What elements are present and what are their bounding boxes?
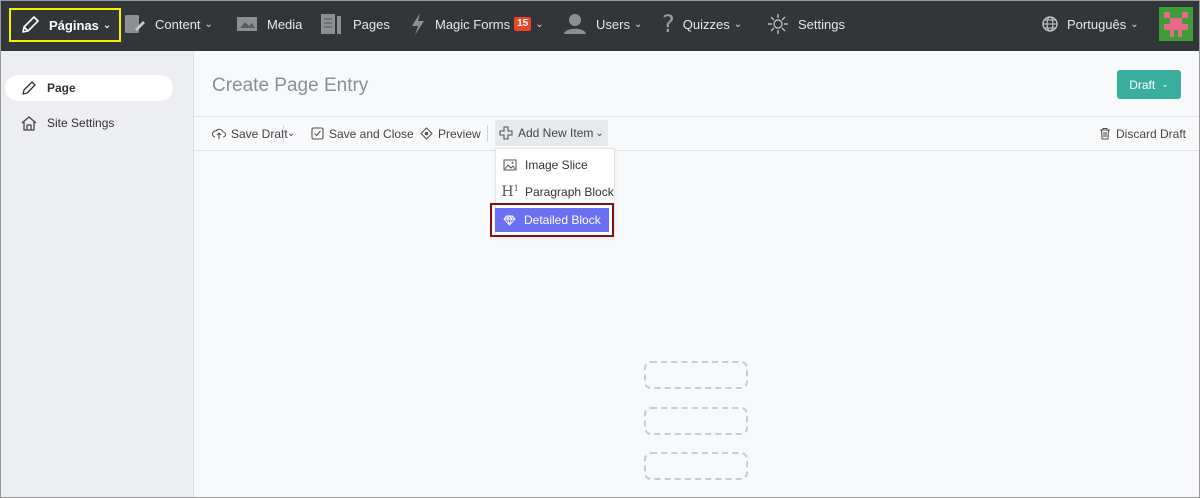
settings-label: Settings: [798, 16, 845, 32]
add-new-item-label: Add New Item: [518, 126, 594, 140]
plus-icon: [499, 126, 513, 140]
trash-icon: [1099, 127, 1111, 140]
media-icon: [235, 14, 259, 34]
avatar[interactable]: [1159, 7, 1193, 41]
save-draft-button[interactable]: Save Draft: [212, 117, 288, 150]
chevron-down-icon: ⌄: [1161, 79, 1169, 89]
editor-toolbar: Save Draft ⌄ Save and Close Preview Add …: [194, 116, 1199, 151]
divider: [283, 125, 284, 142]
status-dropdown-button[interactable]: Draft ⌄: [1117, 70, 1181, 99]
save-draft-label: Save Draft: [231, 126, 288, 141]
chevron-down-icon: ⌄: [595, 127, 604, 139]
empty-block-placeholder: [644, 407, 748, 435]
home-icon: [19, 115, 39, 131]
chevron-down-icon: ⌄: [733, 18, 743, 30]
user-icon: [562, 12, 588, 36]
status-label: Draft: [1129, 77, 1156, 92]
page-title: Create Page Entry: [212, 75, 369, 96]
sidebar-item-site-settings[interactable]: Site Settings: [5, 110, 173, 136]
magic-forms-label: Magic Forms: [435, 16, 511, 32]
save-check-icon: [311, 127, 324, 140]
pages-label: Pages: [353, 16, 390, 32]
discard-draft-button[interactable]: Discard Draft: [1099, 117, 1186, 150]
language-label: Português: [1067, 16, 1127, 32]
quizzes-label: Quizzes: [682, 16, 730, 32]
cloud-upload-icon: [212, 128, 226, 140]
save-and-close-button[interactable]: Save and Close: [311, 117, 414, 150]
pages-menu[interactable]: Pages: [319, 1, 390, 47]
menu-item-detailed-block[interactable]: Detailed Block: [495, 208, 609, 232]
gear-icon: [766, 12, 790, 36]
heading-icon: H1: [501, 184, 519, 200]
menu-item-label: Image Slice: [525, 158, 588, 172]
chevron-down-icon: ⌄: [633, 18, 643, 30]
magic-forms-menu[interactable]: Magic Forms 15 ⌄: [409, 1, 544, 47]
lightning-icon: [409, 12, 427, 36]
divider: [487, 125, 488, 142]
chevron-down-icon: ⌄: [287, 128, 296, 139]
notification-badge: 15: [514, 17, 532, 31]
question-icon: ?: [662, 10, 675, 38]
app-window: Páginas ⌄ Content ⌄ Media Pages Magic Fo…: [0, 0, 1200, 498]
language-selector[interactable]: Português ⌄: [1041, 1, 1139, 47]
diamond-icon: [501, 214, 517, 226]
save-draft-options-toggle[interactable]: ⌄: [287, 117, 295, 150]
sidebar-item-label: Site Settings: [47, 116, 115, 130]
content-menu[interactable]: Content ⌄: [123, 1, 213, 47]
content-label: Content: [155, 16, 201, 32]
users-menu[interactable]: Users ⌄: [562, 1, 642, 47]
discard-draft-label: Discard Draft: [1116, 126, 1187, 141]
main-content: Create Page Entry Draft ⌄ Save Draft ⌄ S…: [194, 51, 1199, 497]
chevron-down-icon: ⌄: [204, 18, 213, 30]
preview-label: Preview: [438, 126, 481, 141]
menu-item-label: Detailed Block: [524, 213, 601, 227]
save-and-close-label: Save and Close: [329, 126, 414, 141]
globe-icon: [1041, 15, 1059, 33]
menu-item-image-slice[interactable]: Image Slice: [496, 152, 614, 178]
pencil-icon: [19, 80, 39, 96]
preview-button[interactable]: Preview: [420, 117, 481, 150]
empty-block-placeholder: [644, 452, 748, 480]
media-label: Media: [267, 16, 303, 32]
empty-block-placeholder: [644, 361, 748, 389]
settings-menu[interactable]: Settings: [766, 1, 845, 47]
image-icon: [502, 159, 518, 171]
sidebar-item-label: Page: [47, 81, 76, 95]
pencil-icon: [19, 14, 41, 36]
sidebar-item-page[interactable]: Page: [5, 75, 173, 101]
content-icon: [123, 13, 147, 35]
chevron-down-icon: ⌄: [1130, 18, 1139, 30]
chevron-down-icon: ⌄: [102, 19, 112, 31]
paginas-label: Páginas: [49, 17, 99, 33]
top-navigation-bar: Páginas ⌄ Content ⌄ Media Pages Magic Fo…: [1, 1, 1199, 51]
add-new-item-button[interactable]: Add New Item ⌄: [495, 120, 608, 146]
media-menu[interactable]: Media: [235, 1, 302, 47]
quizzes-menu[interactable]: ? Quizzes ⌄: [662, 1, 742, 47]
sidebar: Page Site Settings: [1, 51, 194, 497]
menu-item-label: Paragraph Block: [525, 185, 614, 199]
eye-icon: [420, 127, 433, 140]
chevron-down-icon: ⌄: [535, 18, 544, 30]
users-label: Users: [596, 16, 630, 32]
menu-item-paragraph-block[interactable]: H1 Paragraph Block: [496, 179, 614, 205]
menu-item-highlight: Detailed Block: [490, 203, 614, 237]
paginas-menu[interactable]: Páginas ⌄: [9, 8, 122, 42]
pages-icon: [319, 11, 345, 37]
